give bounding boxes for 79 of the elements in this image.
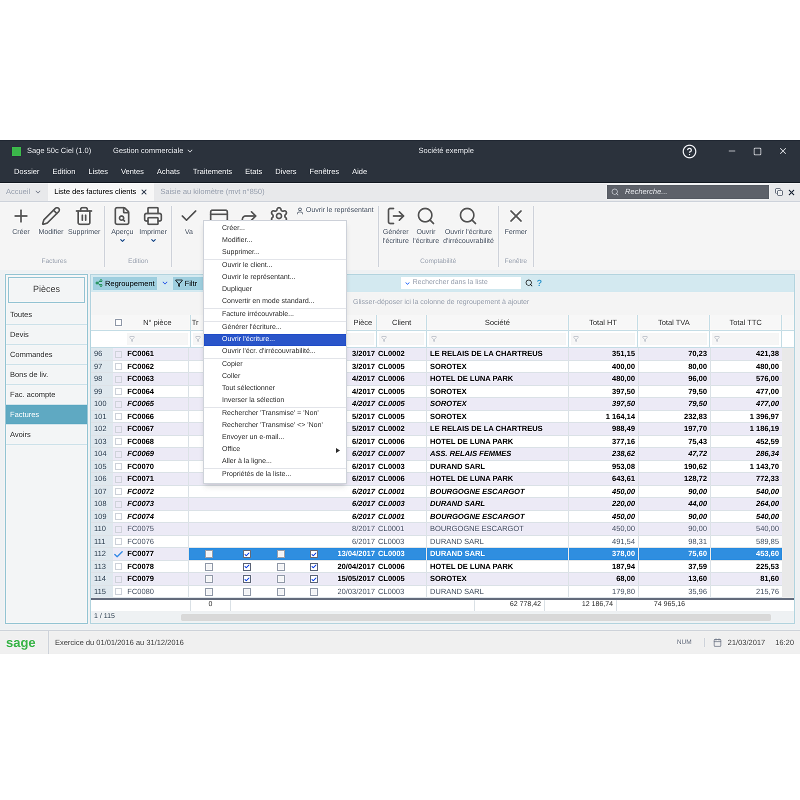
row-checkbox[interactable] — [114, 400, 122, 408]
document-search-icon — [112, 206, 132, 226]
checkbox[interactable] — [276, 588, 284, 596]
filter-icon — [572, 336, 579, 342]
filter-icon — [174, 279, 183, 288]
row-checkbox[interactable] — [114, 350, 122, 358]
filter-field[interactable] — [126, 333, 188, 346]
checkbox[interactable] — [276, 575, 284, 583]
person-icon — [296, 207, 304, 216]
row-checkbox[interactable] — [114, 376, 122, 382]
checkbox[interactable] — [205, 550, 213, 558]
row-checkbox[interactable] — [114, 538, 122, 545]
filter-icon — [381, 336, 388, 342]
sidebar-title: Pièces — [8, 277, 85, 303]
search-icon[interactable] — [524, 279, 533, 288]
row-checkbox[interactable] — [114, 526, 122, 532]
checkbox[interactable] — [276, 562, 284, 570]
checkbox[interactable] — [242, 575, 250, 583]
row-checkbox[interactable] — [114, 476, 122, 482]
row-checkbox[interactable] — [114, 388, 122, 395]
help-icon[interactable] — [682, 144, 697, 158]
filter-field[interactable] — [712, 333, 780, 346]
filter-icon — [128, 336, 135, 342]
row-checkbox[interactable] — [114, 450, 122, 458]
filter-icon — [194, 336, 201, 342]
checkbox[interactable] — [205, 588, 213, 596]
calendar-icon — [712, 638, 722, 647]
caret-icon — [186, 147, 194, 155]
filter-field[interactable] — [640, 333, 708, 346]
row-checkbox[interactable] — [114, 438, 122, 445]
checkbox[interactable] — [205, 562, 213, 570]
share-icon — [95, 279, 103, 288]
caret-icon[interactable] — [404, 280, 411, 287]
checkbox[interactable] — [310, 550, 318, 558]
row-checkbox[interactable] — [114, 563, 122, 570]
header-checkbox[interactable] — [115, 319, 122, 326]
checkbox[interactable] — [242, 588, 250, 596]
vertical-scrollbar[interactable] — [782, 348, 794, 598]
row-checkbox[interactable] — [114, 426, 122, 432]
checkbox[interactable] — [242, 562, 250, 570]
filter-field[interactable] — [379, 333, 424, 346]
printer-icon — [143, 206, 164, 226]
caret-icon — [34, 188, 42, 196]
close-icon[interactable] — [787, 188, 796, 196]
row-checkbox[interactable] — [114, 576, 122, 582]
submenu-arrow-icon — [336, 448, 340, 452]
search-icon — [611, 188, 619, 196]
magnifier-icon — [458, 206, 478, 226]
checkbox[interactable] — [205, 575, 213, 583]
close-icon — [140, 188, 148, 196]
filter-field[interactable] — [429, 333, 566, 346]
magnifier-icon — [416, 206, 436, 226]
checkbox[interactable] — [310, 562, 318, 570]
row-checkbox[interactable] — [114, 488, 122, 495]
checkbox[interactable] — [310, 575, 318, 583]
trash-icon — [74, 206, 94, 226]
restore-icon[interactable] — [775, 188, 783, 196]
sage-logo: sage — [5, 634, 37, 652]
row-checkbox[interactable] — [114, 463, 122, 470]
row-checkbox[interactable] — [114, 500, 122, 508]
filter-icon — [431, 336, 438, 342]
filter-icon — [714, 336, 720, 342]
row-checkbox[interactable] — [114, 413, 122, 420]
checkbox[interactable] — [276, 550, 284, 558]
row-checkbox[interactable] — [114, 363, 122, 370]
horizontal-scrollbar[interactable] — [181, 614, 771, 621]
pencil-icon — [41, 206, 61, 226]
checkbox[interactable] — [242, 550, 250, 558]
caret-icon — [150, 237, 157, 244]
maximize-icon[interactable] — [753, 146, 762, 156]
row-check-icon[interactable] — [112, 548, 124, 560]
row-checkbox[interactable] — [114, 513, 122, 520]
checkbox[interactable] — [310, 588, 318, 596]
filter-icon — [642, 336, 648, 342]
row-checkbox[interactable] — [114, 588, 122, 595]
filter-field[interactable] — [570, 333, 636, 346]
close-icon[interactable] — [778, 146, 788, 156]
caret-icon — [118, 237, 126, 244]
app-logo-icon — [12, 146, 21, 156]
